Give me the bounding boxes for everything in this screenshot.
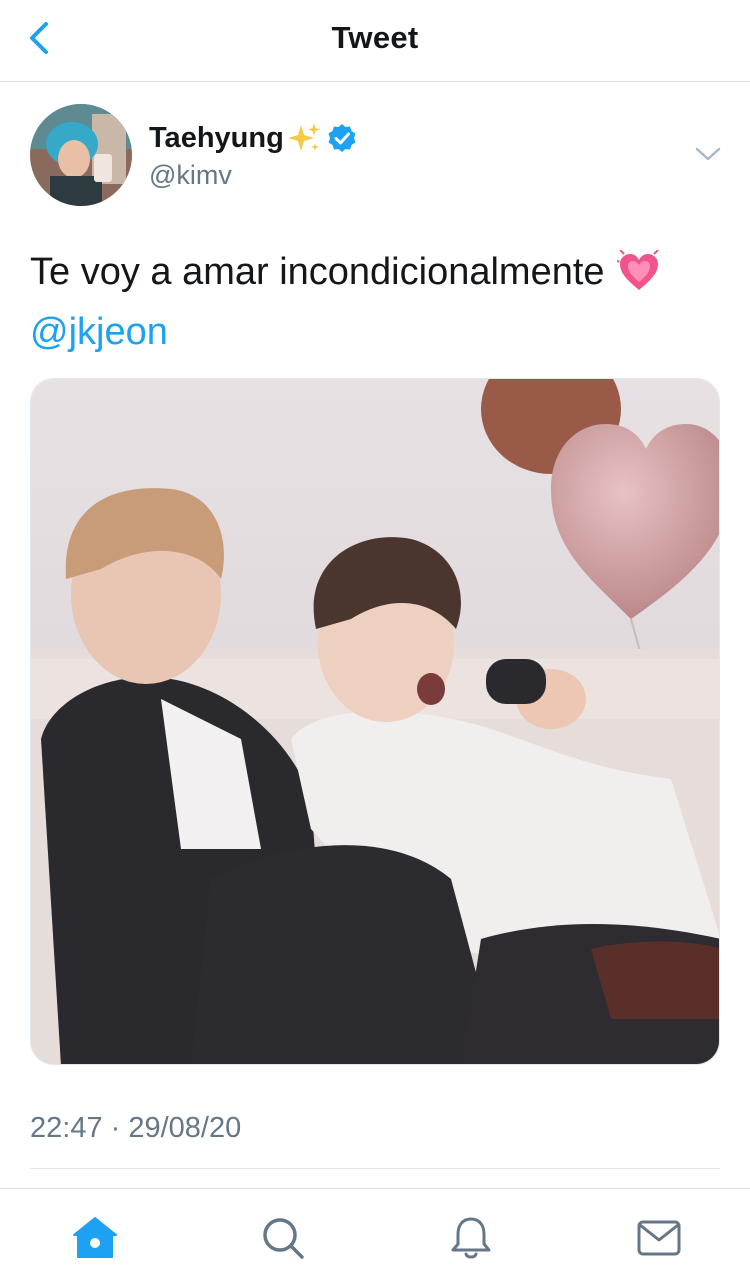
home-icon xyxy=(73,1217,117,1258)
tab-home[interactable] xyxy=(70,1213,120,1263)
tweet-timestamp: 22:47 · 29/08/20 xyxy=(30,1112,242,1144)
author-handle[interactable]: @kimv xyxy=(149,160,232,191)
photo-image xyxy=(31,379,719,1064)
tab-notifications[interactable] xyxy=(446,1213,496,1263)
mention-link[interactable]: @jkjeon xyxy=(30,302,168,362)
tweet-media-photo[interactable] xyxy=(30,378,720,1065)
notifications-bell-icon xyxy=(451,1217,491,1259)
bottom-tab-bar xyxy=(0,1188,750,1287)
author-display-name: Taehyung xyxy=(149,121,284,154)
verified-badge-icon xyxy=(328,124,356,152)
growing-heart-icon xyxy=(616,250,659,290)
tab-search[interactable] xyxy=(258,1213,308,1263)
avatar[interactable] xyxy=(30,104,132,206)
search-icon xyxy=(263,1218,304,1259)
author-name-row[interactable]: Taehyung xyxy=(149,120,357,156)
chevron-down-icon xyxy=(695,147,721,161)
divider xyxy=(30,1168,720,1169)
tab-messages[interactable] xyxy=(634,1213,684,1263)
sparkles-icon xyxy=(287,123,320,151)
messages-envelope-icon xyxy=(637,1220,681,1256)
top-navigation-bar: Tweet xyxy=(0,0,750,82)
page-title: Tweet xyxy=(331,20,419,55)
avatar-image xyxy=(30,104,132,206)
tweet-body: Te voy a amar incondicionalmente @jkjeon xyxy=(30,242,720,362)
tweet-menu-button[interactable] xyxy=(693,144,723,164)
tweet-text: Te voy a amar incondicionalmente xyxy=(30,251,605,293)
